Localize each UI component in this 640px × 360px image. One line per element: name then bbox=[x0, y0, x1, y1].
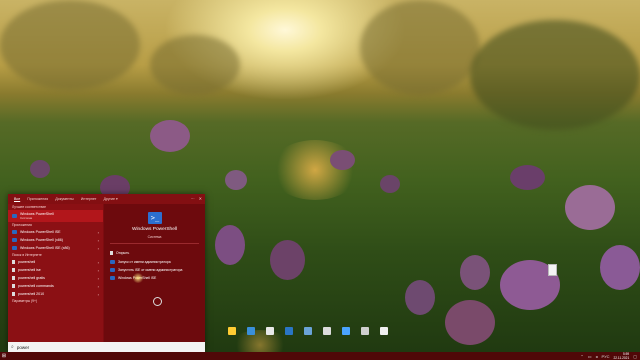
tab-apps[interactable]: Приложения bbox=[27, 197, 48, 201]
network-icon[interactable]: ▭ bbox=[588, 354, 592, 359]
powershell-ise-icon bbox=[12, 230, 17, 234]
action-label: Запуск от имени администратора bbox=[118, 260, 171, 264]
preview-pane: >_ Windows PowerShell Система Открыть За… bbox=[104, 204, 205, 349]
results-list: Лучшее соответствие Windows PowerShell С… bbox=[8, 204, 103, 349]
powershell-ise-icon bbox=[110, 276, 115, 280]
desktop-file-icon[interactable] bbox=[546, 264, 558, 276]
powershell-icon bbox=[12, 214, 17, 218]
desktop-icon[interactable] bbox=[339, 327, 352, 336]
chevron-right-icon[interactable]: › bbox=[98, 246, 99, 251]
action-run-as-admin[interactable]: Запуск от имени администратора bbox=[110, 260, 171, 264]
chevron-right-icon[interactable]: › bbox=[98, 276, 99, 281]
chevron-up-icon[interactable]: ⌃ bbox=[580, 354, 583, 359]
list-item[interactable]: powershell commands › bbox=[8, 282, 103, 290]
shield-icon bbox=[110, 268, 115, 272]
chevron-right-icon[interactable]: › bbox=[98, 260, 99, 265]
desktop-icon[interactable] bbox=[377, 327, 390, 336]
list-item-label: powershell ise bbox=[18, 268, 41, 272]
tab-web[interactable]: Интернет bbox=[81, 197, 97, 201]
powershell-icon bbox=[12, 238, 17, 242]
open-icon bbox=[110, 251, 113, 255]
list-item[interactable]: Windows PowerShell ISE › bbox=[8, 228, 103, 236]
language-indicator[interactable]: РУС bbox=[601, 354, 609, 359]
preview-app-name: Windows PowerShell bbox=[131, 227, 178, 232]
powershell-icon: >_ bbox=[148, 212, 162, 224]
desktop-icon[interactable] bbox=[263, 327, 276, 336]
tab-all[interactable]: Все bbox=[14, 197, 20, 201]
windows-start-icon[interactable]: ⊞ bbox=[0, 352, 8, 360]
list-item-label: powershell 2010 bbox=[18, 292, 45, 296]
clock-date: 22.11.2021 bbox=[613, 356, 630, 360]
desktop-icon[interactable] bbox=[320, 327, 333, 336]
chevron-right-icon[interactable]: › bbox=[98, 230, 99, 235]
search-bar[interactable]: ⌕ power bbox=[8, 342, 205, 352]
search-tabs: Все Приложения Документы Интернет Другие… bbox=[8, 194, 205, 204]
taskbar: ⊞ ⌃ ▭ ◂ РУС 5:59 22.11.2021 ▢ bbox=[0, 352, 640, 360]
list-item[interactable]: Windows PowerShell (x86) › bbox=[8, 236, 103, 244]
desktop-icon[interactable] bbox=[358, 327, 371, 336]
tab-documents[interactable]: Документы bbox=[55, 197, 74, 201]
notification-icon[interactable]: ▢ bbox=[633, 354, 637, 359]
search-input[interactable]: power bbox=[17, 345, 29, 350]
list-item-label: Windows PowerShell (x86) bbox=[20, 238, 63, 242]
cursor-highlight bbox=[132, 273, 144, 283]
list-item[interactable]: Windows PowerShell ISE (x86) › bbox=[8, 244, 103, 252]
search-web-icon bbox=[12, 260, 15, 264]
search-web-icon bbox=[12, 276, 15, 280]
action-label: Открыть bbox=[116, 251, 130, 255]
action-label: Запустить ISE от имени администратора bbox=[118, 268, 183, 272]
search-web-icon bbox=[12, 284, 15, 288]
desktop-icon[interactable] bbox=[282, 327, 295, 336]
options-icon[interactable]: ⋯ bbox=[191, 196, 195, 201]
start-menu: Все Приложения Документы Интернет Другие… bbox=[8, 194, 205, 351]
list-item-label: powershell bbox=[18, 260, 36, 264]
list-item[interactable]: powershell gratis › bbox=[8, 274, 103, 282]
close-icon[interactable]: ✕ bbox=[199, 196, 202, 201]
clock[interactable]: 5:59 22.11.2021 bbox=[614, 352, 630, 360]
list-item-label: powershell gratis bbox=[18, 276, 45, 280]
best-match-item[interactable]: Windows PowerShell Система bbox=[8, 210, 103, 222]
best-match-type: Система bbox=[20, 216, 33, 220]
divider bbox=[110, 243, 199, 244]
powershell-ise-icon bbox=[12, 246, 17, 250]
action-run-ise-admin[interactable]: Запустить ISE от имени администратора bbox=[110, 268, 182, 272]
chevron-right-icon[interactable]: › bbox=[98, 268, 99, 273]
chevron-right-icon[interactable]: › bbox=[98, 292, 99, 297]
preview-app-type: Система bbox=[147, 235, 162, 239]
section-settings[interactable]: Параметры (9+) bbox=[8, 298, 103, 304]
desktop-icon[interactable] bbox=[301, 327, 314, 336]
list-item-label: powershell commands bbox=[18, 284, 54, 288]
desktop-icon[interactable] bbox=[225, 327, 238, 336]
action-open[interactable]: Открыть bbox=[110, 251, 129, 255]
chevron-right-icon[interactable]: › bbox=[98, 238, 99, 243]
list-item-label: Windows PowerShell ISE bbox=[20, 230, 61, 234]
tab-more[interactable]: Другие ▾ bbox=[103, 197, 117, 201]
list-item[interactable]: powershell 2010 › bbox=[8, 290, 103, 298]
search-web-icon bbox=[12, 268, 15, 272]
list-item[interactable]: powershell ise › bbox=[8, 266, 103, 274]
busy-cursor-icon bbox=[153, 297, 162, 306]
search-web-icon bbox=[12, 292, 15, 296]
desktop-icon[interactable] bbox=[244, 327, 257, 336]
list-item-label: Windows PowerShell ISE (x86) bbox=[20, 246, 70, 250]
desktop-icons bbox=[225, 327, 390, 336]
search-icon: ⌕ bbox=[11, 344, 14, 350]
volume-icon[interactable]: ◂ bbox=[595, 354, 597, 359]
chevron-right-icon[interactable]: › bbox=[98, 284, 99, 289]
shield-icon bbox=[110, 260, 115, 264]
list-item[interactable]: powershell › bbox=[8, 258, 103, 266]
